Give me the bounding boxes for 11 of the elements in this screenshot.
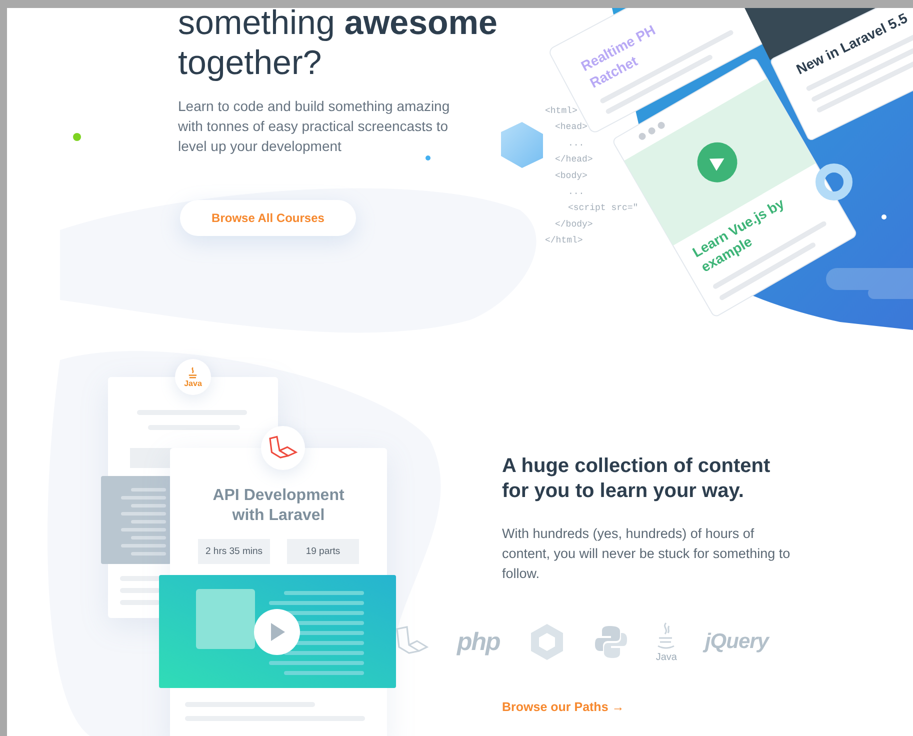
duration-tag: 2 hrs 35 mins bbox=[198, 539, 270, 564]
section-description: With hundreds (yes, hundreds) of hours of content, you will never be stuck for something to follow. bbox=[502, 525, 792, 583]
hero-description: Learn to code and build something amazing with tonnes of easy practical screencasts to level up your development bbox=[178, 97, 451, 156]
php-logo: php bbox=[457, 628, 500, 656]
badge-label: Java bbox=[184, 380, 202, 388]
section-heading: A huge collection of content for you to learn your way. bbox=[502, 454, 772, 504]
java-logo-label: Java bbox=[656, 652, 677, 662]
jquery-logo: jQuery bbox=[704, 630, 768, 654]
course-title: API Development with Laravel bbox=[212, 486, 346, 526]
hero-title: something awesome together? bbox=[178, 3, 498, 83]
parts-tag: 19 parts bbox=[287, 539, 359, 564]
